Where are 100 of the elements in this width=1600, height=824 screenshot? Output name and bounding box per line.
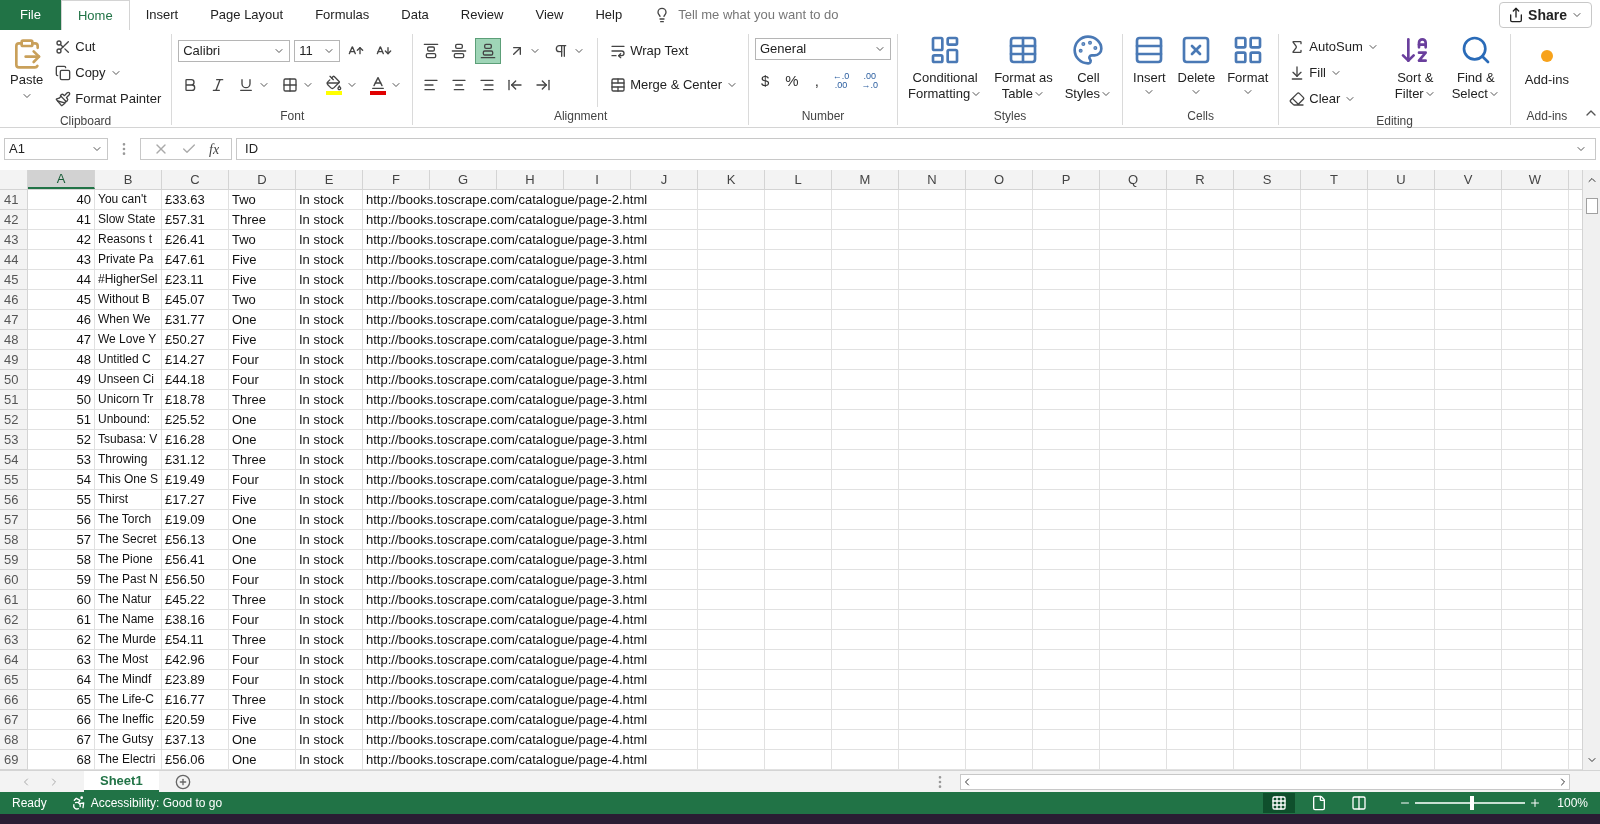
row-header[interactable]: 66: [0, 690, 28, 710]
paste-button[interactable]: Paste: [6, 34, 48, 112]
column-header[interactable]: I: [564, 170, 631, 189]
row-header[interactable]: 57: [0, 510, 28, 530]
ribbon-button[interactable]: Copy: [51, 60, 166, 86]
column-header[interactable]: V: [1435, 170, 1502, 189]
ribbon-tab[interactable]: Formulas: [299, 0, 386, 30]
sort-filter-button[interactable]: Sort & Filter: [1390, 34, 1440, 112]
ribbon-button[interactable]: Cut: [51, 34, 166, 60]
row-header[interactable]: 50: [0, 370, 28, 390]
ribbon-tab[interactable]: Page Layout: [194, 0, 300, 30]
ribbon-tab[interactable]: Home: [60, 0, 130, 30]
sheet-tab[interactable]: Sheet1: [84, 771, 159, 792]
row-header[interactable]: 68: [0, 730, 28, 750]
column-header[interactable]: W: [1502, 170, 1569, 189]
column-header[interactable]: R: [1167, 170, 1234, 189]
row-header[interactable]: 47: [0, 310, 28, 330]
zoom-in-icon[interactable]: [1529, 797, 1542, 809]
ribbon-button[interactable]: Format Painter: [51, 86, 166, 112]
ribbon-button[interactable]: Fill: [1285, 60, 1383, 86]
ribbon-tab[interactable]: Data: [385, 0, 445, 30]
row-header[interactable]: 55: [0, 470, 28, 490]
column-header[interactable]: D: [229, 170, 296, 189]
zoom-level[interactable]: 100%: [1557, 794, 1588, 812]
cells-button[interactable]: Format: [1223, 34, 1273, 107]
ribbon-tab[interactable]: Insert: [129, 0, 195, 30]
number-format-button[interactable]: %: [779, 68, 805, 94]
view-button[interactable]: [1263, 793, 1296, 813]
number-format-button[interactable]: $: [755, 68, 776, 94]
row-header[interactable]: 62: [0, 610, 28, 630]
ribbon-button[interactable]: [475, 38, 502, 64]
row-header[interactable]: 46: [0, 290, 28, 310]
column-header[interactable]: F: [363, 170, 430, 189]
add-ins-button[interactable]: Add-ins: [1516, 34, 1577, 107]
column-header[interactable]: B: [95, 170, 162, 189]
column-header[interactable]: C: [162, 170, 229, 189]
accessibility-status[interactable]: Accessibility: Good to go: [90, 794, 223, 812]
ribbon-tab[interactable]: Help: [579, 0, 639, 30]
font-size-field[interactable]: 11: [294, 40, 341, 62]
font-name-field[interactable]: Calibri: [178, 40, 291, 62]
style-button[interactable]: Format as Table: [990, 34, 1057, 107]
column-header[interactable]: K: [698, 170, 765, 189]
formula-input[interactable]: ID: [236, 138, 1596, 160]
column-header[interactable]: A: [28, 170, 95, 189]
row-header[interactable]: 63: [0, 630, 28, 650]
column-header[interactable]: N: [899, 170, 966, 189]
row-header[interactable]: 67: [0, 710, 28, 730]
number-format-field[interactable]: General: [755, 38, 891, 60]
row-header[interactable]: 69: [0, 750, 28, 770]
column-header[interactable]: O: [966, 170, 1033, 189]
column-header[interactable]: E: [296, 170, 363, 189]
tell-me-field[interactable]: Tell me what you want to do: [678, 5, 899, 25]
find-select-button[interactable]: Find & Select: [1447, 34, 1504, 112]
add-sheet-icon[interactable]: [174, 773, 191, 790]
row-header[interactable]: 58: [0, 530, 28, 550]
row-header[interactable]: 60: [0, 570, 28, 590]
row-header[interactable]: 48: [0, 330, 28, 350]
row-header[interactable]: 43: [0, 230, 28, 250]
row-header[interactable]: 59: [0, 550, 28, 570]
row-header[interactable]: 42: [0, 210, 28, 230]
name-box[interactable]: A1: [4, 138, 108, 160]
file-menu-tab[interactable]: File: [0, 0, 61, 30]
row-header[interactable]: 41: [0, 190, 28, 210]
number-format-button[interactable]: ,: [808, 68, 825, 94]
column-header[interactable]: P: [1033, 170, 1100, 189]
row-header[interactable]: 56: [0, 490, 28, 510]
ribbon-button[interactable]: AutoSum: [1285, 34, 1383, 60]
column-header[interactable]: G: [430, 170, 497, 189]
row-header[interactable]: 53: [0, 430, 28, 450]
column-header[interactable]: S: [1234, 170, 1301, 189]
row-header[interactable]: 52: [0, 410, 28, 430]
row-header[interactable]: 54: [0, 450, 28, 470]
style-button[interactable]: Conditional Formatting: [904, 34, 987, 107]
column-header[interactable]: L: [765, 170, 832, 189]
insert-function-button[interactable]: fx: [209, 138, 220, 160]
row-header[interactable]: 51: [0, 390, 28, 410]
ribbon-tab[interactable]: Review: [444, 0, 520, 30]
ribbon-tab[interactable]: View: [519, 0, 580, 30]
share-button[interactable]: Share: [1499, 2, 1592, 28]
cells-button[interactable]: Insert: [1129, 34, 1170, 107]
horizontal-scrollbar[interactable]: [960, 773, 1570, 790]
column-header[interactable]: U: [1368, 170, 1435, 189]
row-header[interactable]: 65: [0, 670, 28, 690]
row-header[interactable]: 44: [0, 250, 28, 270]
decimal-button[interactable]: .00 →.0: [857, 68, 882, 94]
row-header[interactable]: 61: [0, 590, 28, 610]
column-header[interactable]: J: [631, 170, 698, 189]
row-header[interactable]: 45: [0, 270, 28, 290]
vertical-scrollbar[interactable]: [1582, 170, 1600, 770]
column-header[interactable]: T: [1301, 170, 1368, 189]
scroll-thumb[interactable]: [1585, 198, 1598, 214]
column-header[interactable]: Q: [1100, 170, 1167, 189]
column-header[interactable]: H: [497, 170, 564, 189]
ribbon-button[interactable]: Wrap Text: [606, 38, 742, 64]
decimal-button[interactable]: ←.0 .00: [828, 68, 854, 94]
row-header[interactable]: 49: [0, 350, 28, 370]
ribbon-button[interactable]: Merge & Center: [606, 72, 742, 98]
column-header[interactable]: M: [832, 170, 899, 189]
ribbon-button[interactable]: Clear: [1285, 86, 1383, 112]
cells-button[interactable]: Delete: [1173, 34, 1220, 107]
